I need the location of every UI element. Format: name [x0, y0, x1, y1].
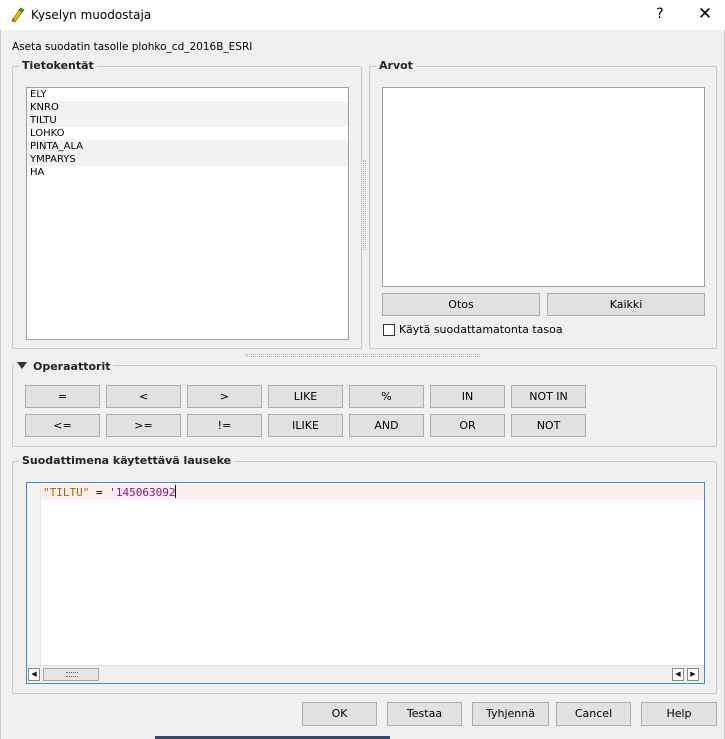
- op-button-less-equal[interactable]: <=: [25, 414, 100, 437]
- fields-group-title: Tietokentät: [19, 59, 97, 72]
- expression-editor[interactable]: "TILTU" = '145063092 ◀ ◀ ▶: [26, 482, 705, 684]
- expression-field-token: "TILTU": [43, 486, 90, 499]
- layer-label: Aseta suodatin tasolle plohko_cd_2016B_E…: [12, 41, 253, 53]
- help-button[interactable]: Help: [641, 702, 717, 726]
- field-item-lohko[interactable]: LOHKO: [27, 127, 348, 140]
- expression-code[interactable]: "TILTU" = '145063092: [43, 485, 177, 500]
- operators-group: = < > LIKE % IN NOT IN <= >= != ILIKE AN…: [12, 365, 717, 447]
- op-button-greater[interactable]: >: [187, 385, 262, 408]
- op-button-and[interactable]: AND: [349, 414, 424, 437]
- expression-value-token: '145063092: [109, 486, 176, 499]
- editor-margin: [27, 483, 41, 665]
- op-button-or[interactable]: OR: [430, 414, 505, 437]
- field-item-ely[interactable]: ELY: [27, 88, 348, 101]
- op-button-not[interactable]: NOT: [511, 414, 586, 437]
- all-values-button[interactable]: Kaikki: [547, 293, 705, 316]
- horizontal-scrollbar[interactable]: ◀ ◀ ▶: [27, 665, 704, 683]
- qgis-query-icon: [11, 7, 25, 23]
- help-button-titlebar[interactable]: ?: [646, 2, 674, 28]
- close-button[interactable]: ✕: [689, 2, 721, 28]
- use-unfiltered-layer-label: Käytä suodattamatonta tasoa: [399, 323, 563, 336]
- text-caret: [175, 485, 177, 498]
- title-bar: Kyselyn muodostaja ? ✕: [0, 0, 725, 30]
- values-group: Arvot Otos Kaikki Käytä suodattamatonta …: [369, 59, 717, 349]
- op-button-ilike[interactable]: ILIKE: [268, 414, 343, 437]
- field-item-ymparys[interactable]: YMPARYS: [27, 153, 348, 166]
- scrollbar-thumb[interactable]: [43, 668, 99, 681]
- fields-group: Tietokentät ELY KNRO TILTU LOHKO PINTA_A…: [12, 59, 362, 349]
- test-button[interactable]: Testaa: [387, 702, 462, 726]
- field-item-knro[interactable]: KNRO: [27, 101, 348, 114]
- use-unfiltered-layer-checkbox[interactable]: [383, 324, 395, 336]
- op-button-in[interactable]: IN: [430, 385, 505, 408]
- op-button-not-in[interactable]: NOT IN: [511, 385, 586, 408]
- clear-button[interactable]: Tyhjennä: [472, 702, 549, 726]
- expression-group: Suodattimena käytettävä lauseke "TILTU" …: [12, 454, 717, 694]
- fields-list[interactable]: ELY KNRO TILTU LOHKO PINTA_ALA YMPARYS H…: [26, 87, 349, 340]
- scroll-left-icon-right-pair[interactable]: ◀: [672, 668, 684, 681]
- scroll-left-icon[interactable]: ◀: [28, 668, 40, 681]
- operators-toggle[interactable]: Operaattorit: [14, 360, 114, 373]
- vertical-splitter-handle[interactable]: [363, 160, 366, 250]
- operators-group-title: Operaattorit: [33, 360, 111, 373]
- op-button-equal[interactable]: =: [25, 385, 100, 408]
- op-button-not-equal[interactable]: !=: [187, 414, 262, 437]
- grip-icon: [66, 672, 78, 677]
- expression-group-title: Suodattimena käytettävä lauseke: [19, 454, 235, 467]
- ok-button[interactable]: OK: [302, 702, 377, 726]
- field-item-tiltu[interactable]: TILTU: [27, 114, 348, 127]
- field-item-ha[interactable]: HA: [27, 166, 348, 179]
- op-button-greater-equal[interactable]: >=: [106, 414, 181, 437]
- op-button-percent[interactable]: %: [349, 385, 424, 408]
- window-title: Kyselyn muodostaja: [31, 8, 152, 22]
- op-button-less[interactable]: <: [106, 385, 181, 408]
- cancel-button[interactable]: Cancel: [556, 702, 631, 726]
- collapse-triangle-icon: [17, 362, 27, 369]
- values-list[interactable]: [382, 87, 705, 287]
- expression-operator-token: =: [89, 486, 110, 499]
- sample-button[interactable]: Otos: [382, 293, 540, 316]
- field-item-pinta-ala[interactable]: PINTA_ALA: [27, 140, 348, 153]
- horizontal-splitter-handle[interactable]: [245, 354, 480, 357]
- values-group-title: Arvot: [376, 59, 416, 72]
- op-button-like[interactable]: LIKE: [268, 385, 343, 408]
- scroll-right-icon[interactable]: ▶: [687, 668, 699, 681]
